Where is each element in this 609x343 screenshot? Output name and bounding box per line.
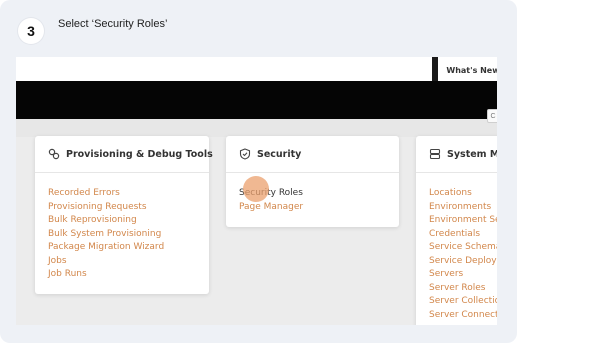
panel-title: Provisioning & Debug Tools xyxy=(66,148,213,160)
content-background xyxy=(16,119,497,137)
link-provisioning-requests[interactable]: Provisioning Requests xyxy=(48,201,209,215)
link-job-runs[interactable]: Job Runs xyxy=(48,268,209,282)
link-servers[interactable]: Servers xyxy=(429,268,497,282)
link-server-collections[interactable]: Server Collection xyxy=(429,295,497,309)
panel-header: System Mar xyxy=(416,136,497,173)
panel-header: Security xyxy=(226,136,399,173)
top-bar xyxy=(16,57,497,81)
link-icon xyxy=(48,148,60,160)
link-bulk-system-provisioning[interactable]: Bulk System Provisioning xyxy=(48,228,209,242)
panel-link-list: Security Roles Page Manager xyxy=(226,173,399,214)
panel-link-list: Recorded Errors Provisioning Requests Bu… xyxy=(35,173,209,282)
panel-link-list: Locations Environments Environment Se Cr… xyxy=(416,173,497,322)
panel-security: Security Security Roles Page Manager xyxy=(226,136,399,227)
header-banner xyxy=(16,81,497,119)
link-server-roles[interactable]: Server Roles xyxy=(429,282,497,296)
link-server-connections[interactable]: Server Connecti xyxy=(429,309,497,323)
link-security-roles[interactable]: Security Roles xyxy=(239,187,399,201)
link-service-deployments[interactable]: Service Deploym xyxy=(429,255,497,269)
link-environments[interactable]: Environments xyxy=(429,201,497,215)
server-icon xyxy=(429,148,441,160)
link-environment-settings[interactable]: Environment Se xyxy=(429,214,497,228)
link-recorded-errors[interactable]: Recorded Errors xyxy=(48,187,209,201)
link-service-schema[interactable]: Service Schema xyxy=(429,241,497,255)
link-bulk-reprovisioning[interactable]: Bulk Reprovisioning xyxy=(48,214,209,228)
shield-icon xyxy=(239,148,251,160)
panel-header: Provisioning & Debug Tools xyxy=(35,136,213,173)
link-locations[interactable]: Locations xyxy=(429,187,497,201)
step-instruction: Select ‘Security Roles’ xyxy=(58,18,168,30)
step-number-badge: 3 xyxy=(18,18,44,44)
panel-system-management: System Mar Locations Environments Enviro… xyxy=(416,136,497,325)
whats-new-button[interactable]: What's New xyxy=(438,57,497,83)
link-page-manager[interactable]: Page Manager xyxy=(239,201,399,215)
step-card: 3 Select ‘Security Roles’ What's New C P… xyxy=(0,0,517,343)
link-jobs[interactable]: Jobs xyxy=(48,255,209,269)
app-screenshot: What's New C Provisioning & Debug Tools … xyxy=(16,57,497,325)
panel-title: System Mar xyxy=(447,148,497,160)
link-package-migration-wizard[interactable]: Package Migration Wizard xyxy=(48,241,209,255)
panel-provisioning-debug-tools: Provisioning & Debug Tools Recorded Erro… xyxy=(35,136,213,294)
link-credentials[interactable]: Credentials xyxy=(429,228,497,242)
panel-title: Security xyxy=(257,148,302,160)
corner-control[interactable]: C xyxy=(487,109,497,123)
